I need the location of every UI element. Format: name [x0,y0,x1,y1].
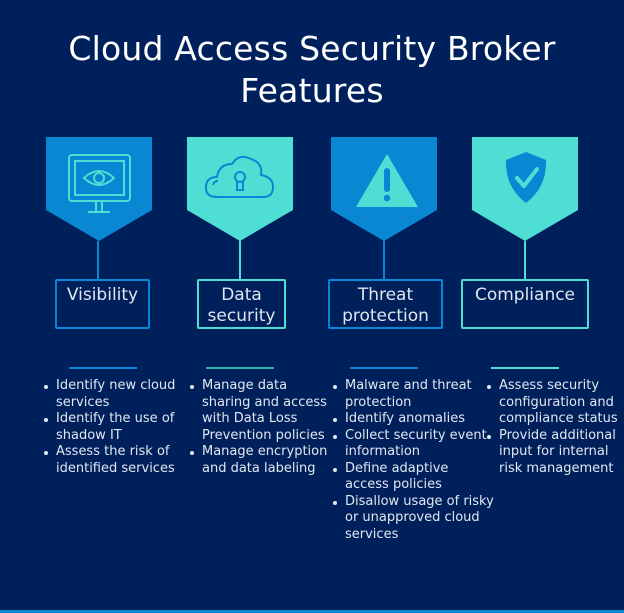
list-item: Malware and threat protection [333,378,495,411]
threat-protection-label-box: Threat protection [328,279,443,329]
list-item: Disallow usage of risky or unapproved cl… [333,493,494,542]
visibility-bullet-list: Identify new cloud services Identify the… [40,378,206,477]
compliance-connector [524,241,526,279]
compliance-underline [491,367,559,369]
compliance-bullet-list: Assess security configuration and compli… [483,378,623,477]
visibility-underline [69,367,137,369]
threat-protection-label: Threat protection [342,285,429,326]
list-item: Provide additional input for internal ri… [487,428,623,478]
data-security-pentagon [187,137,293,241]
list-item: Assess the risk of identified services [44,444,206,477]
visibility-connector [97,241,99,279]
list-item: Manage encryption and data labeling [190,444,332,477]
list-item: Collect security event information [333,428,495,461]
list-item: Define adaptive access policies [333,461,495,494]
visibility-label: Visibility [66,285,139,305]
compliance-label: Compliance [474,285,576,305]
data-security-connector [239,241,241,279]
list-item: Identify anomalies [333,411,495,428]
data-security-label-box: Data security [197,279,286,329]
title-line-1: Cloud Access Security Broker [68,29,556,68]
threat-protection-connector [383,241,385,279]
visibility-label-box: Visibility [55,279,150,329]
threat-protection-pentagon [331,137,437,241]
compliance-label-box: Compliance [461,279,589,329]
data-security-bullet-list: Manage data sharing and access with Data… [186,378,332,477]
compliance-pentagon [472,137,578,241]
data-security-underline [206,367,274,369]
title-line-2: Features [240,71,384,110]
visibility-pentagon [46,137,152,241]
data-security-label: Data security [207,285,276,326]
list-item: Manage data sharing and access with Data… [190,378,332,444]
page-title: Cloud Access Security Broker Features [0,28,624,112]
threat-protection-underline [350,367,418,369]
list-item: Identify the use of shadow IT [44,411,206,444]
list-item: Identify new cloud services [44,378,206,411]
list-item: Assess security configuration and compli… [487,378,623,428]
threat-protection-bullet-list: Malware and threat protection Identify a… [329,378,495,543]
